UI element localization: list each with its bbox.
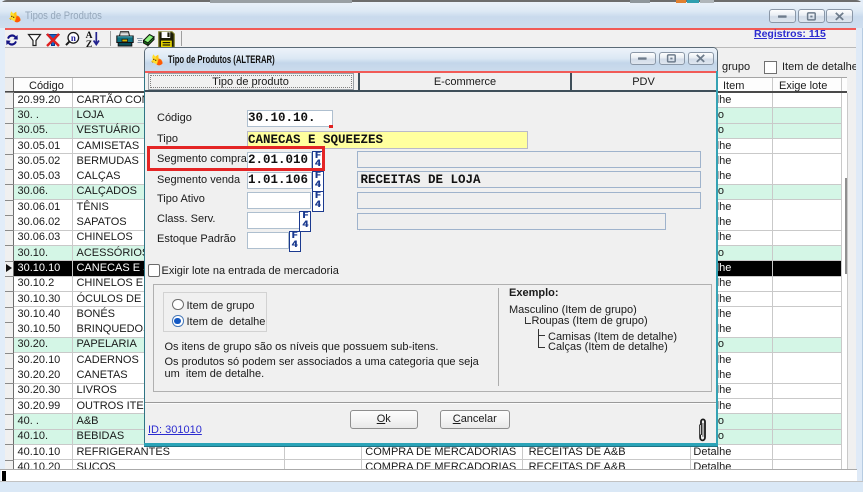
svg-text:n: n	[71, 33, 76, 43]
svg-text:Z: Z	[86, 40, 92, 48]
